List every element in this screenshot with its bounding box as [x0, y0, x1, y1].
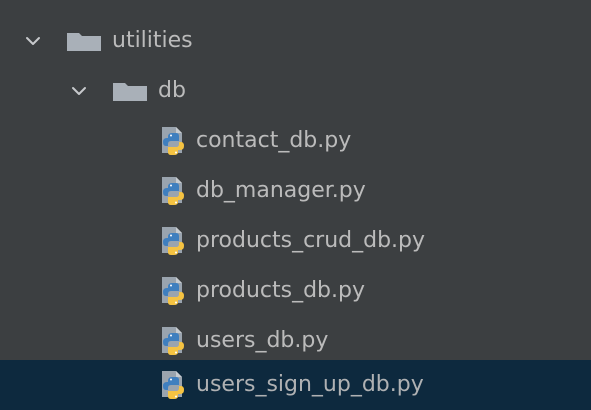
tree-item-contact-db[interactable]: contact_db.py [0, 116, 591, 166]
python-file-icon [162, 177, 184, 205]
tree-item-products-crud-db[interactable]: products_crud_db.py [0, 216, 591, 266]
tree-item-label: users_sign_up_db.py [196, 372, 424, 397]
tree-item-label: utilities [112, 28, 193, 53]
tree-item-users-sign-up-db[interactable]: users_sign_up_db.py [0, 360, 591, 410]
tree-item-db-manager[interactable]: db_manager.py [0, 166, 591, 216]
tree-item-label: users_db.py [196, 328, 329, 353]
tree-item-label: products_db.py [196, 278, 365, 303]
python-file-icon [162, 371, 184, 399]
python-file-icon [162, 127, 184, 155]
chevron-down-icon[interactable] [22, 30, 44, 52]
tree-item-label: products_crud_db.py [196, 228, 426, 253]
folder-icon [113, 83, 147, 101]
python-file-icon [162, 277, 184, 305]
python-file-icon [162, 227, 184, 255]
chevron-down-icon[interactable] [68, 80, 90, 102]
tree-item-label: contact_db.py [196, 128, 352, 153]
tree-item-products-db[interactable]: products_db.py [0, 266, 591, 316]
tree-item-label: db_manager.py [196, 178, 366, 203]
tree-item-users-db[interactable]: users_db.py [0, 316, 591, 366]
tree-item-db[interactable]: db [0, 66, 591, 116]
tree-item-label: db [158, 78, 186, 103]
python-file-icon [162, 327, 184, 355]
folder-icon [67, 33, 101, 51]
tree-item-utilities[interactable]: utilities [0, 16, 591, 66]
project-tree: utilities db contact_db.py db_manager.py… [0, 0, 591, 410]
